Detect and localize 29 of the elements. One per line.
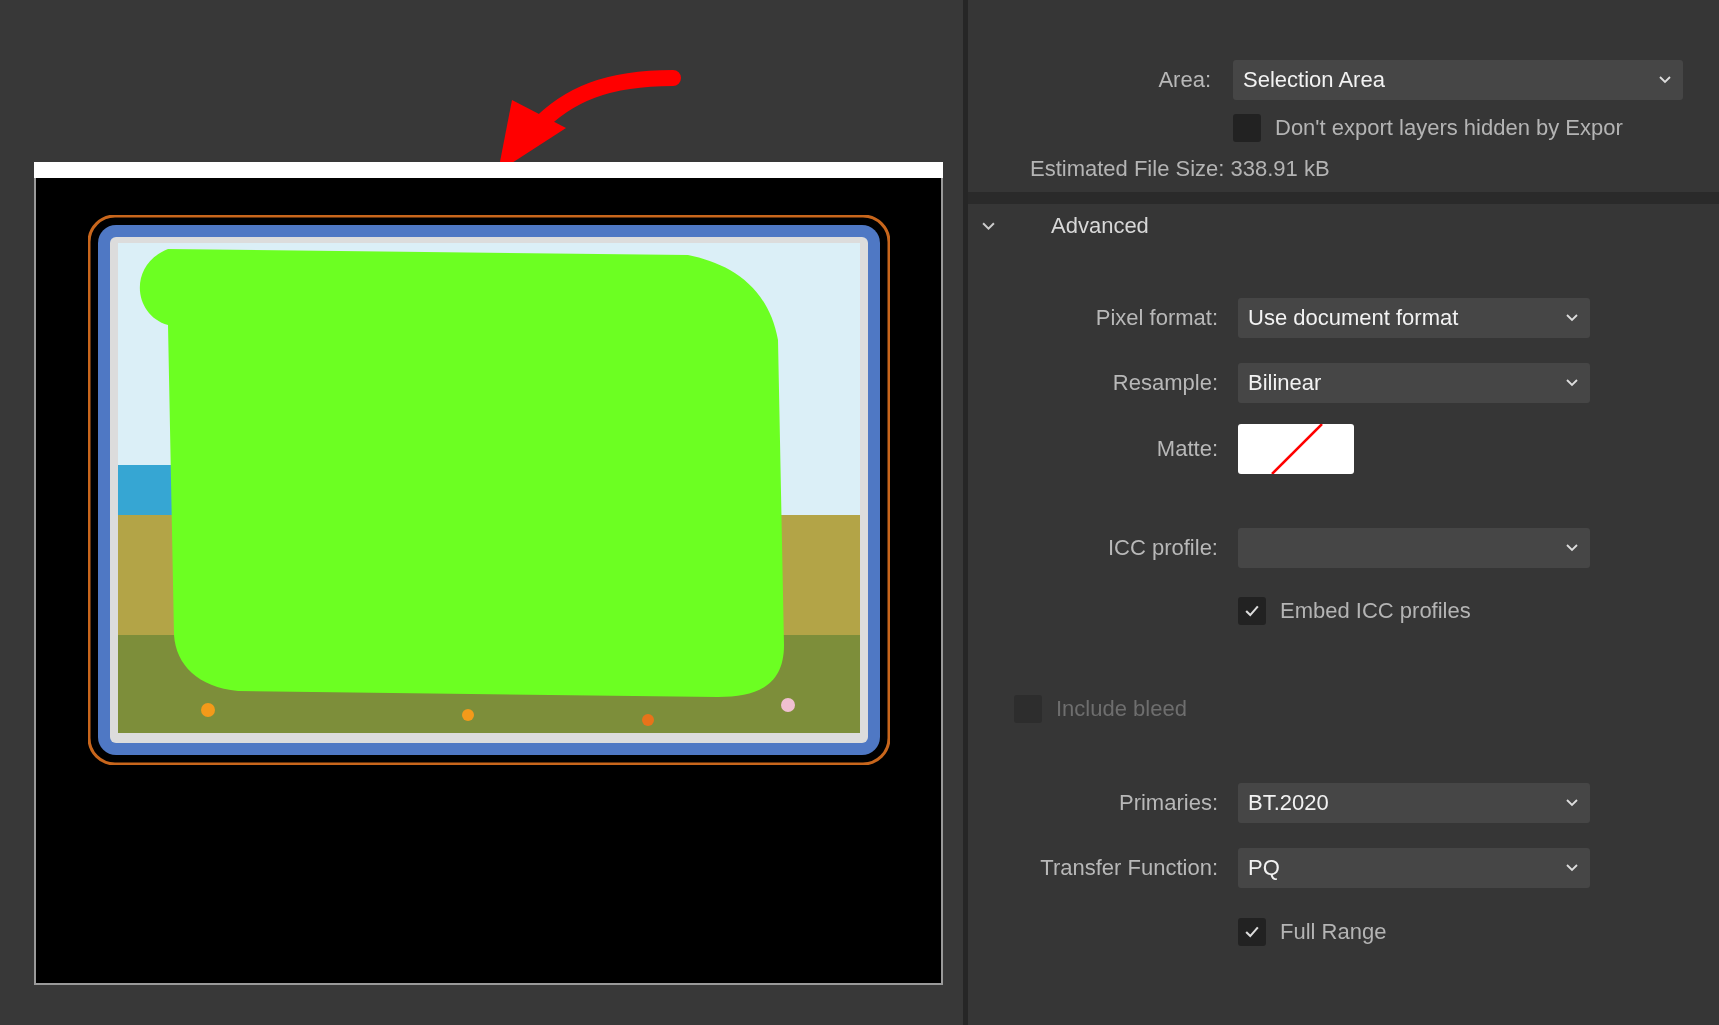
dropdown[interactable]: Use document format [1238, 298, 1590, 338]
checkbox[interactable] [1238, 597, 1266, 625]
field-label: Primaries: [1119, 790, 1218, 816]
field-label: Resample: [1112, 370, 1218, 396]
checkbox[interactable] [1238, 918, 1266, 946]
dropdown[interactable]: PQ [1238, 848, 1590, 888]
chevron-icon [1566, 544, 1578, 552]
dropdown[interactable]: Bilinear [1238, 363, 1590, 403]
field-label: ICC profile: [1107, 535, 1218, 561]
field-label: Transfer Function: [1040, 855, 1218, 881]
checkbox-option[interactable]: Embed ICC profiles [1238, 597, 1590, 625]
chevron-icon [1566, 379, 1578, 387]
area-label: Area: [1158, 67, 1211, 93]
field-label: Pixel format: [1095, 305, 1218, 331]
advanced-header[interactable]: Advanced [968, 204, 1719, 248]
estimated-file-size: Estimated File Size: 338.91 kB [1029, 155, 1331, 183]
chevron-icon [1566, 799, 1578, 807]
chevron-icon [1659, 76, 1671, 84]
hide-layers-checkbox[interactable]: Don't export layers hidden by Expor [1233, 114, 1683, 142]
chevron-icon [982, 221, 995, 231]
check-icon [1245, 605, 1259, 617]
chevron-icon [1566, 314, 1578, 322]
color-swatch[interactable] [1238, 424, 1354, 474]
check-icon [1245, 926, 1259, 938]
field-label: Matte: [1156, 436, 1218, 462]
chevron-icon [1566, 864, 1578, 872]
checkbox-option[interactable]: Full Range [1238, 918, 1590, 946]
area-dropdown[interactable]: Selection Area [1233, 60, 1683, 100]
dropdown[interactable]: BT.2020 [1238, 783, 1590, 823]
